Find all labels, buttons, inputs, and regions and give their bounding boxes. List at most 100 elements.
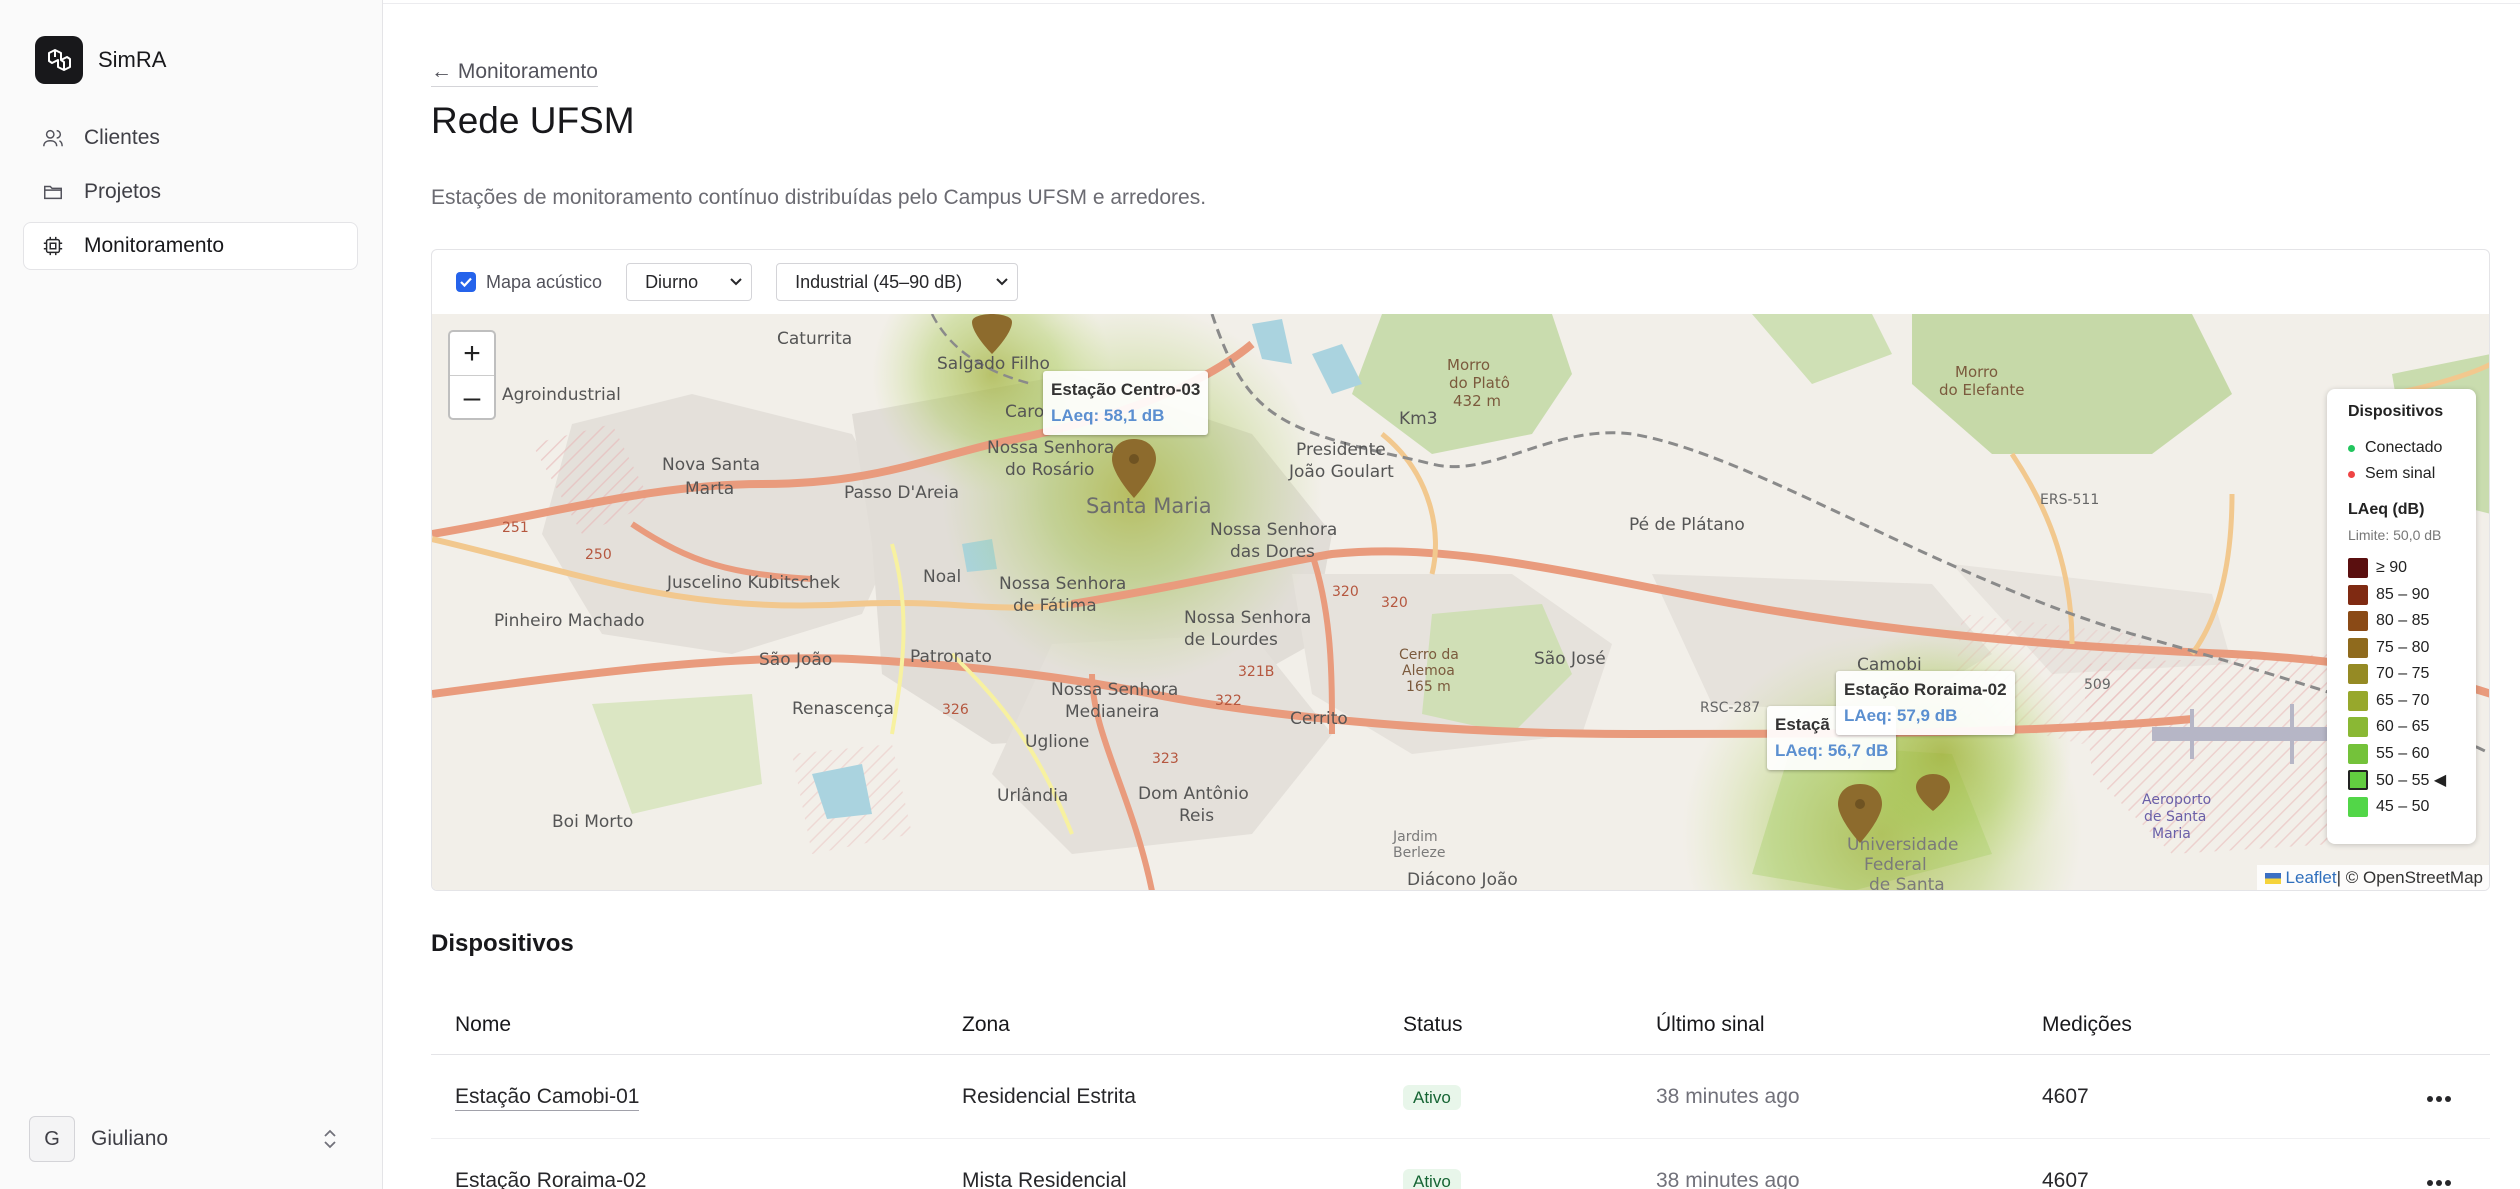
svg-text:Jardim: Jardim [1392,829,1438,845]
zone-select[interactable]: Industrial (45–90 dB) [776,263,1019,301]
svg-text:Maria: Maria [2152,826,2191,842]
station-tooltip: Estação Centro-03 LAeq: 58,1 dB [1043,371,1209,435]
zoom-out-button[interactable]: – [450,376,494,420]
brand-name: SimRA [98,47,167,72]
legend-scale-item: 50 – 55 ◀ [2348,767,2476,794]
more-actions-icon[interactable] [2426,1085,2452,1109]
svg-text:Nossa Senhora: Nossa Senhora [999,574,1126,594]
device-name-link[interactable]: Estação Roraima-02 [455,1168,647,1189]
map-tiles: Caturrita Agroindustrial Nova Santa Mart… [432,254,2489,890]
period-select[interactable]: Diurno [626,263,753,301]
legend-scale-item: 75 – 80 [2348,635,2476,662]
legend-scale-item: 55 – 60 [2348,741,2476,768]
svg-text:do Elefante: do Elefante [1939,381,2024,399]
page-title: Rede UFSM [431,100,635,141]
legend-scale-item: 70 – 75 [2348,661,2476,688]
svg-text:Alemoa: Alemoa [1402,663,1455,679]
device-last-signal: 38 minutes ago [1656,1168,1800,1189]
svg-text:Morro: Morro [1447,356,1490,374]
legend-scale-item: 80 – 85 [2348,608,2476,635]
column-header-zone: Zona [962,1012,1010,1036]
svg-text:250: 250 [585,547,612,563]
status-badge: Ativo [1403,1084,1461,1110]
svg-text:Passo D'Areia: Passo D'Areia [844,483,959,503]
legend-scale-label: ≥ 90 [2376,559,2408,577]
device-zone: Residencial Estrita [962,1084,1136,1108]
legend-swatch [2348,690,2368,711]
legend-scale-label: 70 – 75 [2376,665,2430,683]
svg-text:Km3: Km3 [1399,409,1438,429]
devices-section-title: Dispositivos [431,930,574,957]
brand[interactable]: SimRA [35,36,166,84]
legend-scale-item: ≥ 90 [2348,555,2476,582]
legend-limit: Limite: 50,0 dB [2348,527,2442,543]
period-select-value: Diurno [645,271,699,292]
check-icon [460,277,472,288]
legend-swatch [2348,717,2368,738]
connected-dot-icon [2348,444,2355,452]
svg-text:323: 323 [1152,751,1179,767]
column-header-measurements: Medições [2042,1012,2132,1036]
legend-scale-label: 85 – 90 [2376,585,2430,603]
device-name-link[interactable]: Estação Camobi-01 [455,1084,640,1111]
zoom-in-button[interactable]: + [450,332,494,376]
sidebar-item-label: Clientes [84,126,160,149]
svg-text:Renascença: Renascença [792,699,894,719]
svg-text:Reis: Reis [1179,806,1214,826]
user-menu[interactable]: G Giuliano [29,1115,349,1163]
svg-text:Patronato: Patronato [910,647,992,667]
legend-scale-item: 65 – 70 [2348,688,2476,715]
leaflet-link[interactable]: Leaflet [2286,868,2337,888]
chevron-down-icon [730,278,742,286]
svg-text:Cerro da: Cerro da [1399,647,1459,663]
svg-text:João Goulart: João Goulart [1288,462,1394,482]
legend-devices-title: Dispositivos [2348,403,2444,420]
legend-swatch [2348,796,2368,817]
legend-scale-label: 75 – 80 [2376,638,2430,656]
legend-connected: Conectado [2348,435,2476,461]
sidebar-item-monitoramento[interactable]: Monitoramento [23,222,358,270]
sidebar-item-clientes[interactable]: Clientes [23,114,358,162]
legend-scale-item: 85 – 90 [2348,582,2476,609]
acoustic-map-label[interactable]: Mapa acústico [486,272,602,293]
svg-text:Aeroporto: Aeroporto [2142,792,2211,808]
svg-text:Nossa Senhora: Nossa Senhora [987,438,1114,458]
user-name: Giuliano [91,1127,169,1150]
folder-icon [44,185,62,200]
svg-text:Berleze: Berleze [1393,845,1445,861]
legend-laeq-title: LAeq (dB) [2348,501,2425,518]
svg-text:322: 322 [1215,693,1242,709]
acoustic-map[interactable]: Caturrita Agroindustrial Nova Santa Mart… [432,254,2489,890]
svg-text:Nossa Senhora: Nossa Senhora [1051,680,1178,700]
sidebar-item-projetos[interactable]: Projetos [23,168,358,216]
svg-text:Santa Maria: Santa Maria [1086,494,1212,518]
svg-text:251: 251 [502,520,529,536]
svg-text:Nossa Senhora: Nossa Senhora [1184,608,1311,628]
more-actions-icon[interactable] [2426,1169,2452,1189]
devices-table: Nome Zona Status Último sinal Medições E… [431,995,2490,1189]
device-measurements: 4607 [2042,1168,2089,1189]
back-link[interactable]: ← Monitoramento [431,60,598,87]
map-legend: Dispositivos Conectado Sem sinal LAeq (d… [2327,389,2476,844]
device-measurements: 4607 [2042,1084,2089,1108]
svg-text:do Rosário: do Rosário [1005,460,1094,480]
flag-icon [2264,872,2281,884]
map-card: Mapa acústico Diurno Industrial (45–90 d… [431,249,2490,891]
svg-text:Noal: Noal [923,567,961,587]
svg-text:Diácono João: Diácono João [1407,870,1518,890]
station-tooltip-name: Estação Roraima-02 [1844,680,2007,699]
device-last-signal: 38 minutes ago [1656,1084,1800,1108]
svg-text:São João: São João [759,650,832,670]
legend-swatch [2348,770,2368,791]
legend-scale-label: 50 – 55 ◀ [2376,772,2447,790]
legend-swatch [2348,664,2368,685]
legend-swatch [2348,743,2368,764]
svg-text:Pinheiro Machado: Pinheiro Machado [494,611,645,631]
svg-text:320: 320 [1381,595,1408,611]
svg-text:432 m: 432 m [1453,392,1501,410]
svg-text:Uglione: Uglione [1025,732,1089,752]
acoustic-map-checkbox[interactable] [456,272,476,292]
svg-text:do Platô: do Platô [1449,374,1510,392]
disconnected-dot-icon [2348,470,2355,478]
svg-text:321B: 321B [1238,664,1274,680]
